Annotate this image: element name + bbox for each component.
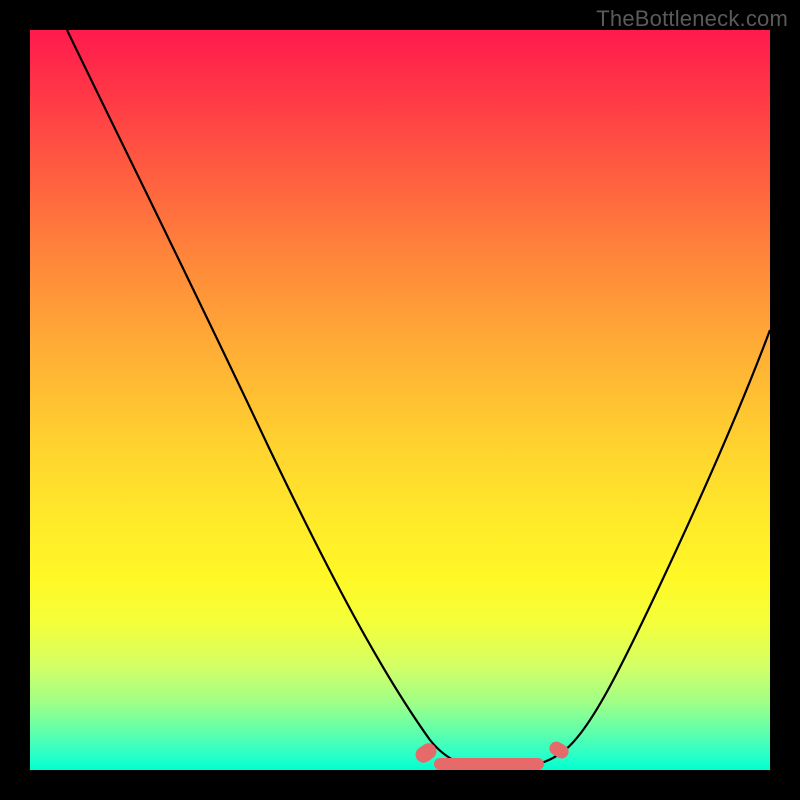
watermark-text: TheBottleneck.com — [596, 6, 788, 32]
plot-area — [30, 30, 770, 770]
bottleneck-curve — [30, 30, 770, 770]
curve-path — [67, 30, 770, 768]
green-band — [30, 756, 770, 770]
chart-frame: TheBottleneck.com — [0, 0, 800, 800]
